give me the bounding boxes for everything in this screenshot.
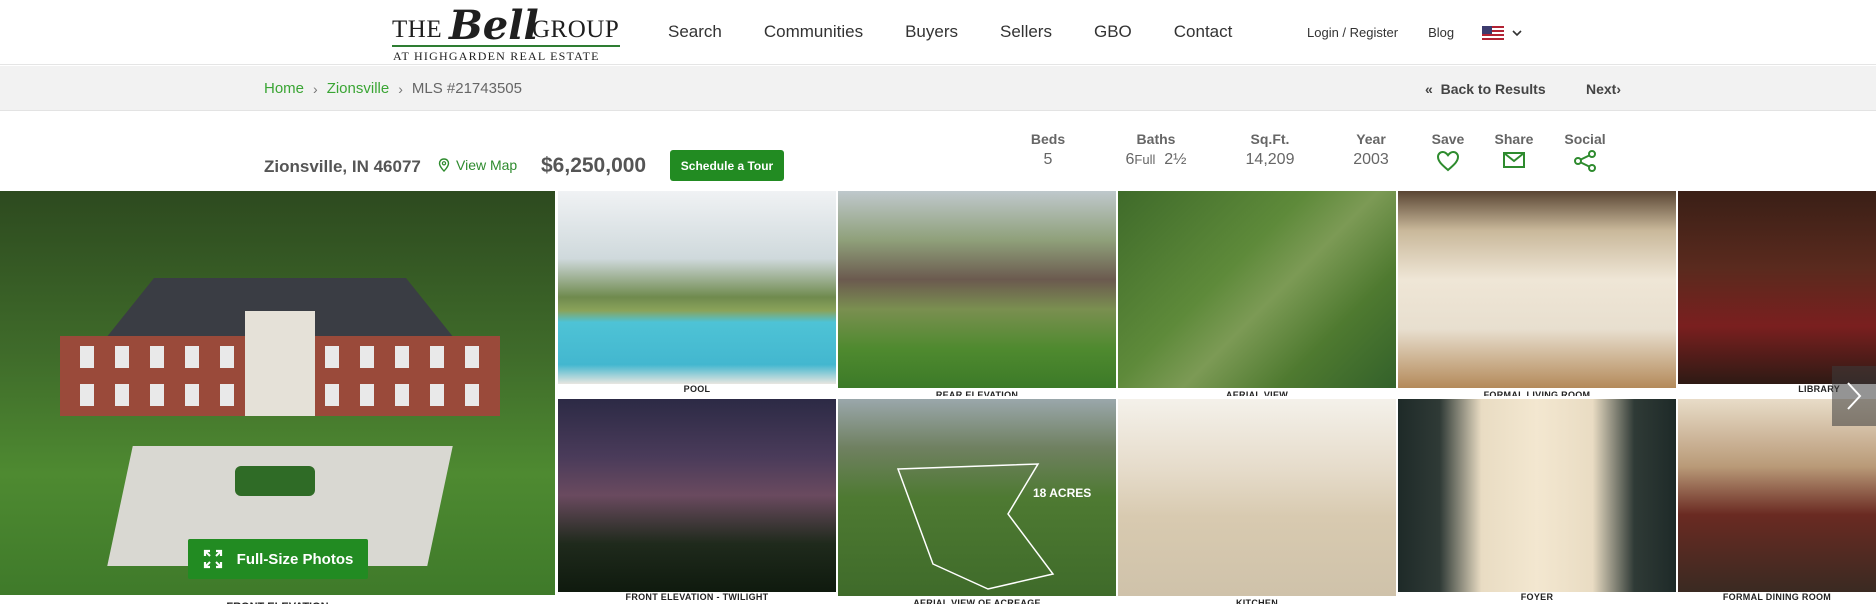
beds-value: 5 — [1043, 151, 1053, 168]
nav-communities[interactable]: Communities — [764, 22, 863, 42]
share-button[interactable]: Share — [1494, 131, 1534, 170]
share-label: Share — [1494, 131, 1534, 147]
site-header: THE Bell GROUP AT HIGHGARDEN REAL ESTATE… — [0, 0, 1876, 65]
baths-half-value: 2½ — [1164, 151, 1187, 168]
baths-value: 6Full 2½ — [1118, 151, 1194, 169]
photo-rear-elevation[interactable] — [838, 191, 1116, 388]
breadcrumb-separator-icon: › — [398, 80, 403, 97]
nav-buyers[interactable]: Buyers — [905, 22, 958, 42]
login-register-link[interactable]: Login / Register — [1307, 25, 1398, 40]
photo-aerial-view[interactable] — [1118, 191, 1396, 388]
sqft-value: 14,209 — [1245, 151, 1295, 168]
breadcrumb-mls: MLS #21743505 — [411, 80, 522, 97]
baths-label: Baths — [1136, 131, 1176, 147]
schedule-tour-button[interactable]: Schedule a Tour — [670, 150, 784, 181]
logo-text-bell: Bell — [449, 2, 539, 49]
next-listing-label: Next — [1586, 81, 1617, 97]
house-illustration — [40, 271, 520, 421]
year-label: Year — [1356, 131, 1386, 147]
logo-text-group: GROUP — [532, 16, 620, 43]
view-map-label: View Map — [456, 157, 518, 173]
sqft-label: Sq.Ft. — [1250, 131, 1290, 147]
nav-gbo[interactable]: GBO — [1094, 22, 1132, 42]
blog-link[interactable]: Blog — [1428, 25, 1454, 40]
logo-text-the: THE — [392, 16, 443, 43]
breadcrumb-home[interactable]: Home — [264, 80, 304, 97]
nav-sellers[interactable]: Sellers — [1000, 22, 1052, 42]
main-nav: Search Communities Buyers Sellers GBO Co… — [668, 22, 1274, 42]
view-map-link[interactable]: View Map — [438, 157, 517, 173]
breadcrumb-city[interactable]: Zionsville — [327, 80, 390, 97]
double-chevron-left-icon: « — [1425, 81, 1433, 97]
beds-label: Beds — [1030, 131, 1066, 147]
save-button[interactable]: Save — [1430, 131, 1466, 172]
caption-pool: POOL — [558, 384, 836, 396]
nav-contact[interactable]: Contact — [1174, 22, 1233, 42]
us-flag-icon[interactable] — [1482, 25, 1505, 40]
social-label: Social — [1564, 131, 1606, 147]
listing-address: Zionsville, IN 46077 — [264, 157, 421, 176]
caption-front-elevation-twilight: FRONT ELEVATION - TWILIGHT — [558, 592, 836, 604]
photo-pool[interactable]: POOL — [558, 191, 836, 384]
logo-rule — [392, 45, 620, 47]
photo-foyer[interactable] — [1398, 399, 1676, 592]
caption-aerial-view: AERIAL VIEW — [1118, 388, 1396, 396]
main-photo[interactable]: Full-Size Photos — [0, 191, 555, 595]
share-network-icon — [1574, 150, 1596, 172]
next-listing-link[interactable]: Next› — [1586, 81, 1621, 97]
stat-baths: Baths 6Full 2½ — [1118, 131, 1194, 169]
gallery-next-button[interactable] — [1832, 366, 1876, 426]
full-size-photos-label: Full-Size Photos — [236, 550, 354, 568]
save-label: Save — [1431, 131, 1465, 147]
expand-icon — [203, 549, 222, 569]
site-logo[interactable]: THE Bell GROUP AT HIGHGARDEN REAL ESTATE — [392, 2, 620, 63]
photo-kitchen[interactable] — [1118, 399, 1396, 596]
social-button[interactable]: Social — [1563, 131, 1607, 172]
caption-aerial-acreage: AERIAL VIEW OF ACREAGE — [838, 596, 1116, 604]
full-size-photos-button[interactable]: Full-Size Photos — [188, 539, 368, 579]
photo-front-elevation-twilight[interactable] — [558, 399, 836, 592]
stat-beds: Beds 5 — [1030, 131, 1066, 169]
chevron-right-icon — [1847, 382, 1862, 410]
photo-gallery: Full-Size Photos FRONT ELEVATION POOL PO… — [0, 191, 1876, 604]
main-photo-caption: FRONT ELEVATION — [0, 595, 555, 604]
heart-icon — [1436, 150, 1460, 172]
map-pin-icon — [438, 158, 450, 172]
baths-full-suffix: Full — [1134, 152, 1156, 167]
breadcrumb-separator-icon: › — [313, 80, 318, 97]
caption-formal-dining-room: FORMAL DINING ROOM — [1678, 592, 1876, 604]
acreage-label: 18 ACRES — [1033, 486, 1092, 500]
back-to-results-link[interactable]: « Back to Results — [1425, 81, 1546, 97]
breadcrumb-bar: Home › Zionsville › MLS #21743505 « Back… — [0, 66, 1876, 111]
breadcrumb: Home › Zionsville › MLS #21743505 — [264, 80, 522, 97]
photo-library[interactable] — [1678, 191, 1876, 384]
photo-formal-living-room[interactable] — [1398, 191, 1676, 388]
chevron-down-icon[interactable] — [1512, 28, 1522, 38]
stat-sqft: Sq.Ft. 14,209 — [1240, 131, 1300, 169]
logo-subtitle: AT HIGHGARDEN REAL ESTATE — [393, 49, 600, 63]
photo-aerial-acreage[interactable]: 18 ACRES — [838, 399, 1116, 596]
caption-foyer: FOYER — [1398, 592, 1676, 604]
chevron-right-icon: › — [1616, 81, 1622, 97]
envelope-icon — [1503, 152, 1525, 168]
nav-search[interactable]: Search — [668, 22, 722, 42]
caption-rear-elevation: REAR ELEVATION — [838, 388, 1116, 396]
stat-year: Year 2003 — [1346, 131, 1396, 169]
user-nav: Login / Register Blog — [1307, 25, 1522, 40]
photo-formal-dining-room[interactable] — [1678, 399, 1876, 592]
back-to-results-label: Back to Results — [1440, 81, 1546, 97]
listing-price: $6,250,000 — [541, 154, 647, 177]
year-value: 2003 — [1353, 151, 1389, 168]
caption-formal-living-room: FORMAL LIVING ROOM — [1398, 388, 1676, 396]
caption-kitchen: KITCHEN — [1118, 596, 1396, 604]
